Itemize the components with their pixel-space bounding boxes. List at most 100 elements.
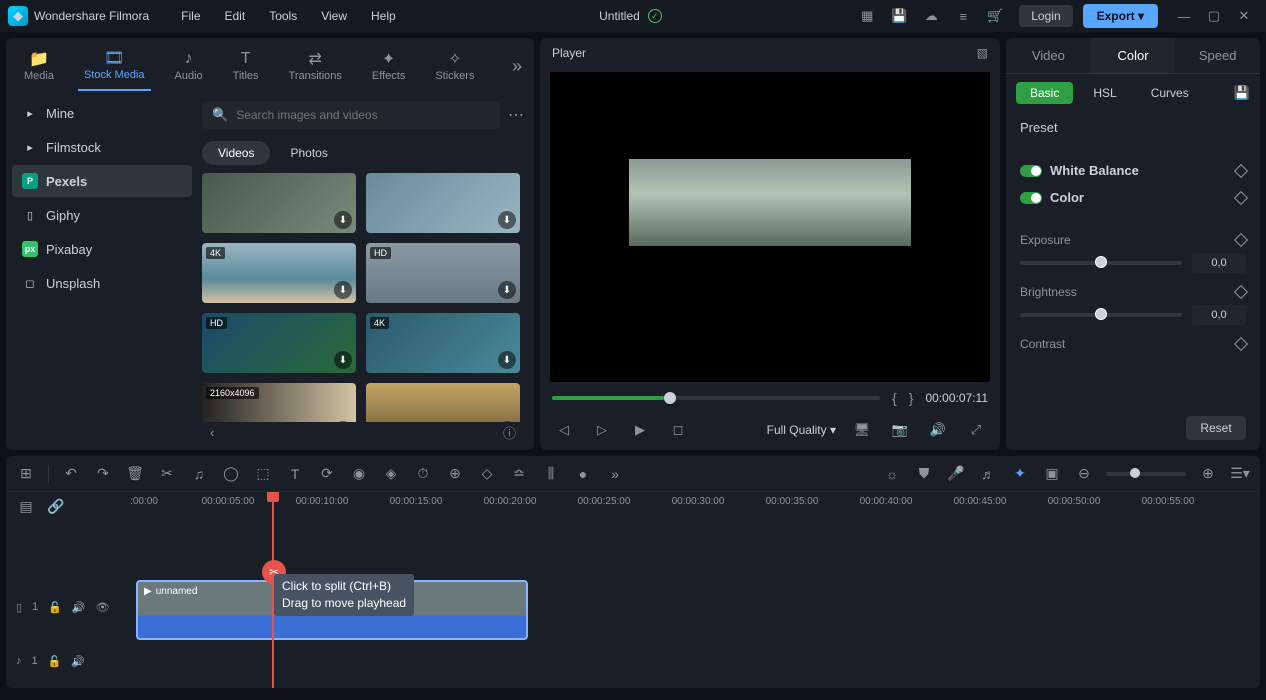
- sidebar-item-pixabay[interactable]: pxPixabay: [12, 233, 192, 265]
- sidebar-item-pexels[interactable]: PPexels: [12, 165, 192, 197]
- expand-icon[interactable]: ⊕: [445, 464, 465, 484]
- download-icon[interactable]: ⬇: [498, 211, 516, 229]
- stock-thumb[interactable]: 4K⬇: [366, 313, 520, 373]
- track-size-icon[interactable]: ☰▾: [1230, 464, 1250, 484]
- undo-icon[interactable]: ↶: [61, 464, 81, 484]
- snap-icon[interactable]: ✦: [1010, 464, 1030, 484]
- sidebar-item-giphy[interactable]: ▯Giphy: [12, 199, 192, 231]
- insp-tab-video[interactable]: Video: [1006, 38, 1091, 73]
- reset-button[interactable]: Reset: [1186, 416, 1246, 440]
- tab-audio[interactable]: ♪Audio: [169, 47, 209, 90]
- collapse-sidebar-icon[interactable]: ‹: [210, 425, 214, 440]
- zoom-slider[interactable]: [1106, 472, 1186, 476]
- save-icon[interactable]: 💾: [885, 2, 913, 30]
- tab-transitions[interactable]: ⇄Transitions: [283, 47, 348, 90]
- redo-icon[interactable]: ↷: [93, 464, 113, 484]
- speed-icon[interactable]: ⟳: [317, 464, 337, 484]
- keyframe-icon[interactable]: [1234, 337, 1248, 351]
- download-icon[interactable]: ⬇: [334, 281, 352, 299]
- keyframe-icon[interactable]: [1234, 233, 1248, 247]
- menu-help[interactable]: Help: [359, 9, 408, 23]
- mask-icon[interactable]: ◯: [221, 464, 241, 484]
- track-manager-icon[interactable]: ▤: [16, 496, 36, 516]
- download-icon[interactable]: ⬇: [498, 421, 516, 422]
- mark-out-icon[interactable]: }: [909, 390, 914, 406]
- zoom-thumb[interactable]: [1130, 468, 1140, 478]
- maximize-icon[interactable]: ▢: [1200, 2, 1228, 30]
- duration-icon[interactable]: ⏱: [413, 464, 433, 484]
- list-icon[interactable]: ≡: [949, 2, 977, 30]
- next-frame-icon[interactable]: ▷: [590, 418, 614, 442]
- shield-icon[interactable]: ⛊: [914, 464, 934, 484]
- menu-file[interactable]: File: [169, 9, 212, 23]
- keyframe-icon[interactable]: [1234, 163, 1248, 177]
- auto-icon[interactable]: ▣: [1042, 464, 1062, 484]
- quality-dropdown[interactable]: Full Quality ▾: [767, 423, 836, 437]
- scrub-thumb[interactable]: [664, 392, 676, 404]
- sidebar-item-mine[interactable]: ▸Mine: [12, 97, 192, 129]
- brightness-slider[interactable]: [1020, 313, 1182, 317]
- slider-thumb[interactable]: [1095, 256, 1107, 268]
- render-icon[interactable]: ☼: [882, 464, 902, 484]
- insp-tab-speed[interactable]: Speed: [1175, 38, 1260, 73]
- stop-icon[interactable]: ◻: [666, 418, 690, 442]
- stock-thumb[interactable]: HD⬇: [366, 243, 520, 303]
- menu-tools[interactable]: Tools: [257, 9, 309, 23]
- download-icon[interactable]: ⬇: [498, 281, 516, 299]
- stock-thumb[interactable]: 4K⬇: [202, 243, 356, 303]
- snapshot-icon[interactable]: 📷: [888, 418, 912, 442]
- slider-thumb[interactable]: [1095, 308, 1107, 320]
- subtab-curves[interactable]: Curves: [1137, 82, 1203, 104]
- sidebar-item-filmstock[interactable]: ▸Filmstock: [12, 131, 192, 163]
- scrub-track[interactable]: [552, 396, 880, 400]
- tab-media[interactable]: 📁Media: [18, 47, 60, 90]
- search-input[interactable]: [236, 108, 490, 122]
- exposure-value[interactable]: 0,0: [1192, 253, 1246, 273]
- eye-icon[interactable]: 👁: [96, 601, 110, 614]
- fullscreen-icon[interactable]: ⤢: [964, 418, 988, 442]
- menu-edit[interactable]: Edit: [213, 9, 258, 23]
- voiceover-icon[interactable]: 🎤: [946, 464, 966, 484]
- exposure-slider[interactable]: [1020, 261, 1182, 265]
- display-icon[interactable]: 🖥: [850, 418, 874, 442]
- tab-stock-media[interactable]: 🎞Stock Media: [78, 46, 151, 91]
- stock-thumb[interactable]: 2160x4096⬇: [202, 383, 356, 422]
- link-icon[interactable]: 🔗: [46, 496, 66, 516]
- more-tools-icon[interactable]: »: [605, 464, 625, 484]
- subtab-photos[interactable]: Photos: [274, 141, 343, 165]
- keyframe-panel-icon[interactable]: ◈: [381, 464, 401, 484]
- record-icon[interactable]: ●: [573, 464, 593, 484]
- stock-thumb[interactable]: ⬇: [366, 173, 520, 233]
- subtab-basic[interactable]: Basic: [1016, 82, 1073, 104]
- prev-frame-icon[interactable]: ◁: [552, 418, 576, 442]
- audio-icon[interactable]: ♬: [978, 464, 998, 484]
- save-preset-icon[interactable]: 💾: [1234, 85, 1250, 101]
- stock-thumb[interactable]: HD⬇: [202, 313, 356, 373]
- layout-icon[interactable]: ▦: [853, 2, 881, 30]
- mute-icon[interactable]: 🔊: [72, 601, 86, 614]
- info-icon[interactable]: ⓘ: [503, 423, 516, 442]
- tab-stickers[interactable]: ✧Stickers: [429, 47, 480, 90]
- tab-titles[interactable]: TTitles: [227, 47, 265, 90]
- cart-icon[interactable]: 🛒: [981, 2, 1009, 30]
- text-icon[interactable]: T: [285, 464, 305, 484]
- tabs-more-icon[interactable]: »: [512, 56, 522, 77]
- wb-toggle[interactable]: [1020, 165, 1042, 177]
- delete-icon[interactable]: 🗑: [125, 464, 145, 484]
- audio-detach-icon[interactable]: ♫: [189, 464, 209, 484]
- grid-icon[interactable]: ⊞: [16, 464, 36, 484]
- zoom-in-icon[interactable]: ⊕: [1198, 464, 1218, 484]
- cut-icon[interactable]: ✂: [157, 464, 177, 484]
- download-icon[interactable]: ⬇: [498, 351, 516, 369]
- download-icon[interactable]: ⬇: [334, 421, 352, 422]
- sidebar-item-unsplash[interactable]: ◻Unsplash: [12, 267, 192, 299]
- lock-icon[interactable]: 🔓: [48, 655, 62, 668]
- download-icon[interactable]: ⬇: [334, 351, 352, 369]
- insp-tab-color[interactable]: Color: [1091, 38, 1176, 73]
- menu-view[interactable]: View: [309, 9, 359, 23]
- stock-thumb[interactable]: ⬇: [366, 383, 520, 422]
- volume-icon[interactable]: 🔊: [926, 418, 950, 442]
- minimize-icon[interactable]: —: [1170, 2, 1198, 30]
- stock-thumb[interactable]: ⬇: [202, 173, 356, 233]
- zoom-out-icon[interactable]: ⊖: [1074, 464, 1094, 484]
